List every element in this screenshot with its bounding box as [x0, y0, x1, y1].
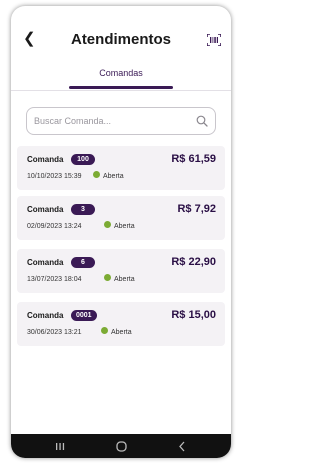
comanda-datetime: 02/09/2023 13:24 — [27, 223, 82, 230]
comanda-amount: R$ 61,59 — [171, 153, 216, 165]
search-box[interactable] — [26, 107, 216, 135]
tab-active-indicator — [69, 86, 173, 89]
comanda-label: Comanda — [27, 205, 64, 214]
comanda-amount: R$ 7,92 — [177, 203, 216, 215]
comanda-label: Comanda — [27, 155, 64, 164]
comanda-label: Comanda — [27, 311, 64, 320]
comanda-datetime: 13/07/2023 18:04 — [27, 276, 82, 283]
tab-comandas[interactable]: Comandas — [69, 67, 173, 79]
comanda-status: Aberta — [114, 223, 135, 230]
tab-divider — [11, 90, 231, 91]
recent-apps-icon[interactable] — [47, 434, 73, 458]
search-input[interactable] — [34, 114, 184, 128]
comanda-card[interactable]: Comanda 3 R$ 7,92 02/09/2023 13:24 Abert… — [17, 196, 225, 240]
comanda-datetime: 10/10/2023 15:39 — [27, 173, 82, 180]
comanda-card[interactable]: Comanda 0001 R$ 15,00 30/06/2023 13:21 A… — [17, 302, 225, 346]
phone-frame: ❮ Atendimentos Comandas Comanda 100 R$ 6… — [11, 6, 231, 458]
search-icon[interactable] — [196, 115, 208, 127]
status-dot — [104, 221, 111, 228]
home-icon[interactable] — [108, 434, 134, 458]
status-dot — [104, 274, 111, 281]
barcode-scanner-icon[interactable] — [207, 34, 221, 46]
comanda-amount: R$ 15,00 — [171, 309, 216, 321]
status-dot — [93, 171, 100, 178]
page-title: Atendimentos — [70, 31, 171, 48]
comanda-card[interactable]: Comanda 100 R$ 61,59 10/10/2023 15:39 Ab… — [17, 146, 225, 190]
app-header: ❮ Atendimentos — [11, 6, 231, 96]
system-navigation-bar — [11, 434, 231, 458]
comanda-datetime: 30/06/2023 13:21 — [27, 329, 82, 336]
comanda-card[interactable]: Comanda 6 R$ 22,90 13/07/2023 18:04 Aber… — [17, 249, 225, 293]
comanda-status: Aberta — [103, 173, 124, 180]
status-dot — [101, 327, 108, 334]
comanda-number-badge: 100 — [71, 154, 95, 165]
comanda-status: Aberta — [111, 329, 132, 336]
comanda-number-badge: 3 — [71, 204, 95, 215]
comanda-number-badge: 6 — [71, 257, 95, 268]
comanda-label: Comanda — [27, 258, 64, 267]
comanda-number-badge: 0001 — [71, 310, 97, 321]
back-icon[interactable] — [169, 434, 195, 458]
comanda-status: Aberta — [114, 276, 135, 283]
comanda-amount: R$ 22,90 — [171, 256, 216, 268]
